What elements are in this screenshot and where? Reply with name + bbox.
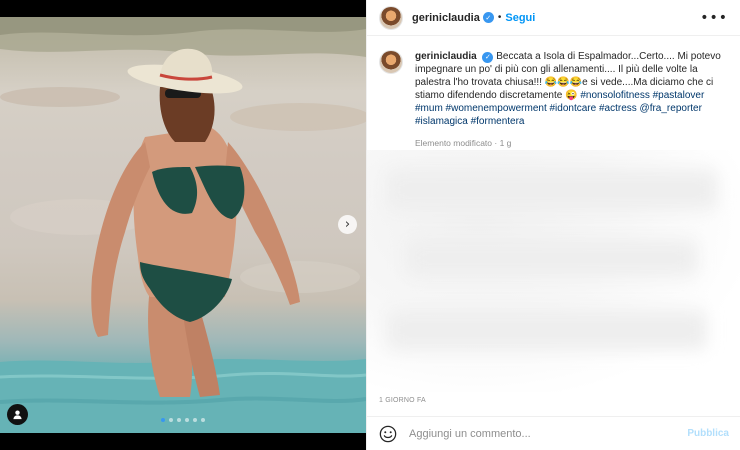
- carousel-dot: [201, 418, 205, 422]
- blurred-comments-area: [367, 150, 740, 392]
- post-media-pane: ›: [0, 0, 366, 450]
- carousel-indicator: [0, 418, 366, 422]
- more-options-icon[interactable]: •••: [700, 10, 728, 26]
- smiley-icon[interactable]: [379, 425, 397, 443]
- post-photo[interactable]: [0, 17, 366, 433]
- verified-badge-icon: ✓: [482, 12, 494, 23]
- caption-block: geriniclaudia ✓ Beccata a Isola di Espal…: [367, 36, 740, 150]
- carousel-dot: [169, 418, 173, 422]
- post-timestamp: 1 GIORNO FA: [379, 397, 426, 404]
- carousel-dot: [185, 418, 189, 422]
- separator-dot: •: [497, 12, 502, 23]
- carousel-dot: [161, 418, 165, 422]
- beach-photo-illustration: [0, 17, 366, 433]
- post-header: geriniclaudia ✓ • Segui •••: [367, 0, 740, 36]
- comment-input[interactable]: [409, 427, 669, 440]
- caption-meta: Elemento modificato · 1 g: [415, 138, 512, 148]
- caption-avatar[interactable]: [379, 50, 403, 74]
- author-username[interactable]: geriniclaudia: [412, 12, 480, 24]
- chevron-right-icon: ›: [344, 217, 351, 232]
- next-slide-button[interactable]: ›: [338, 215, 357, 234]
- caption-username[interactable]: geriniclaudia: [415, 51, 477, 62]
- carousel-dot: [177, 418, 181, 422]
- carousel-dot: [193, 418, 197, 422]
- follow-button[interactable]: Segui: [505, 12, 535, 24]
- avatar[interactable]: [379, 5, 403, 30]
- post-details-pane: geriniclaudia ✓ • Segui ••• geriniclaudi…: [366, 0, 740, 450]
- verified-badge-icon: ✓: [482, 52, 494, 63]
- caption-text: geriniclaudia ✓ Beccata a Isola di Espal…: [415, 50, 725, 150]
- publish-button[interactable]: Pubblica: [687, 428, 729, 439]
- comment-bar: Pubblica: [367, 416, 740, 450]
